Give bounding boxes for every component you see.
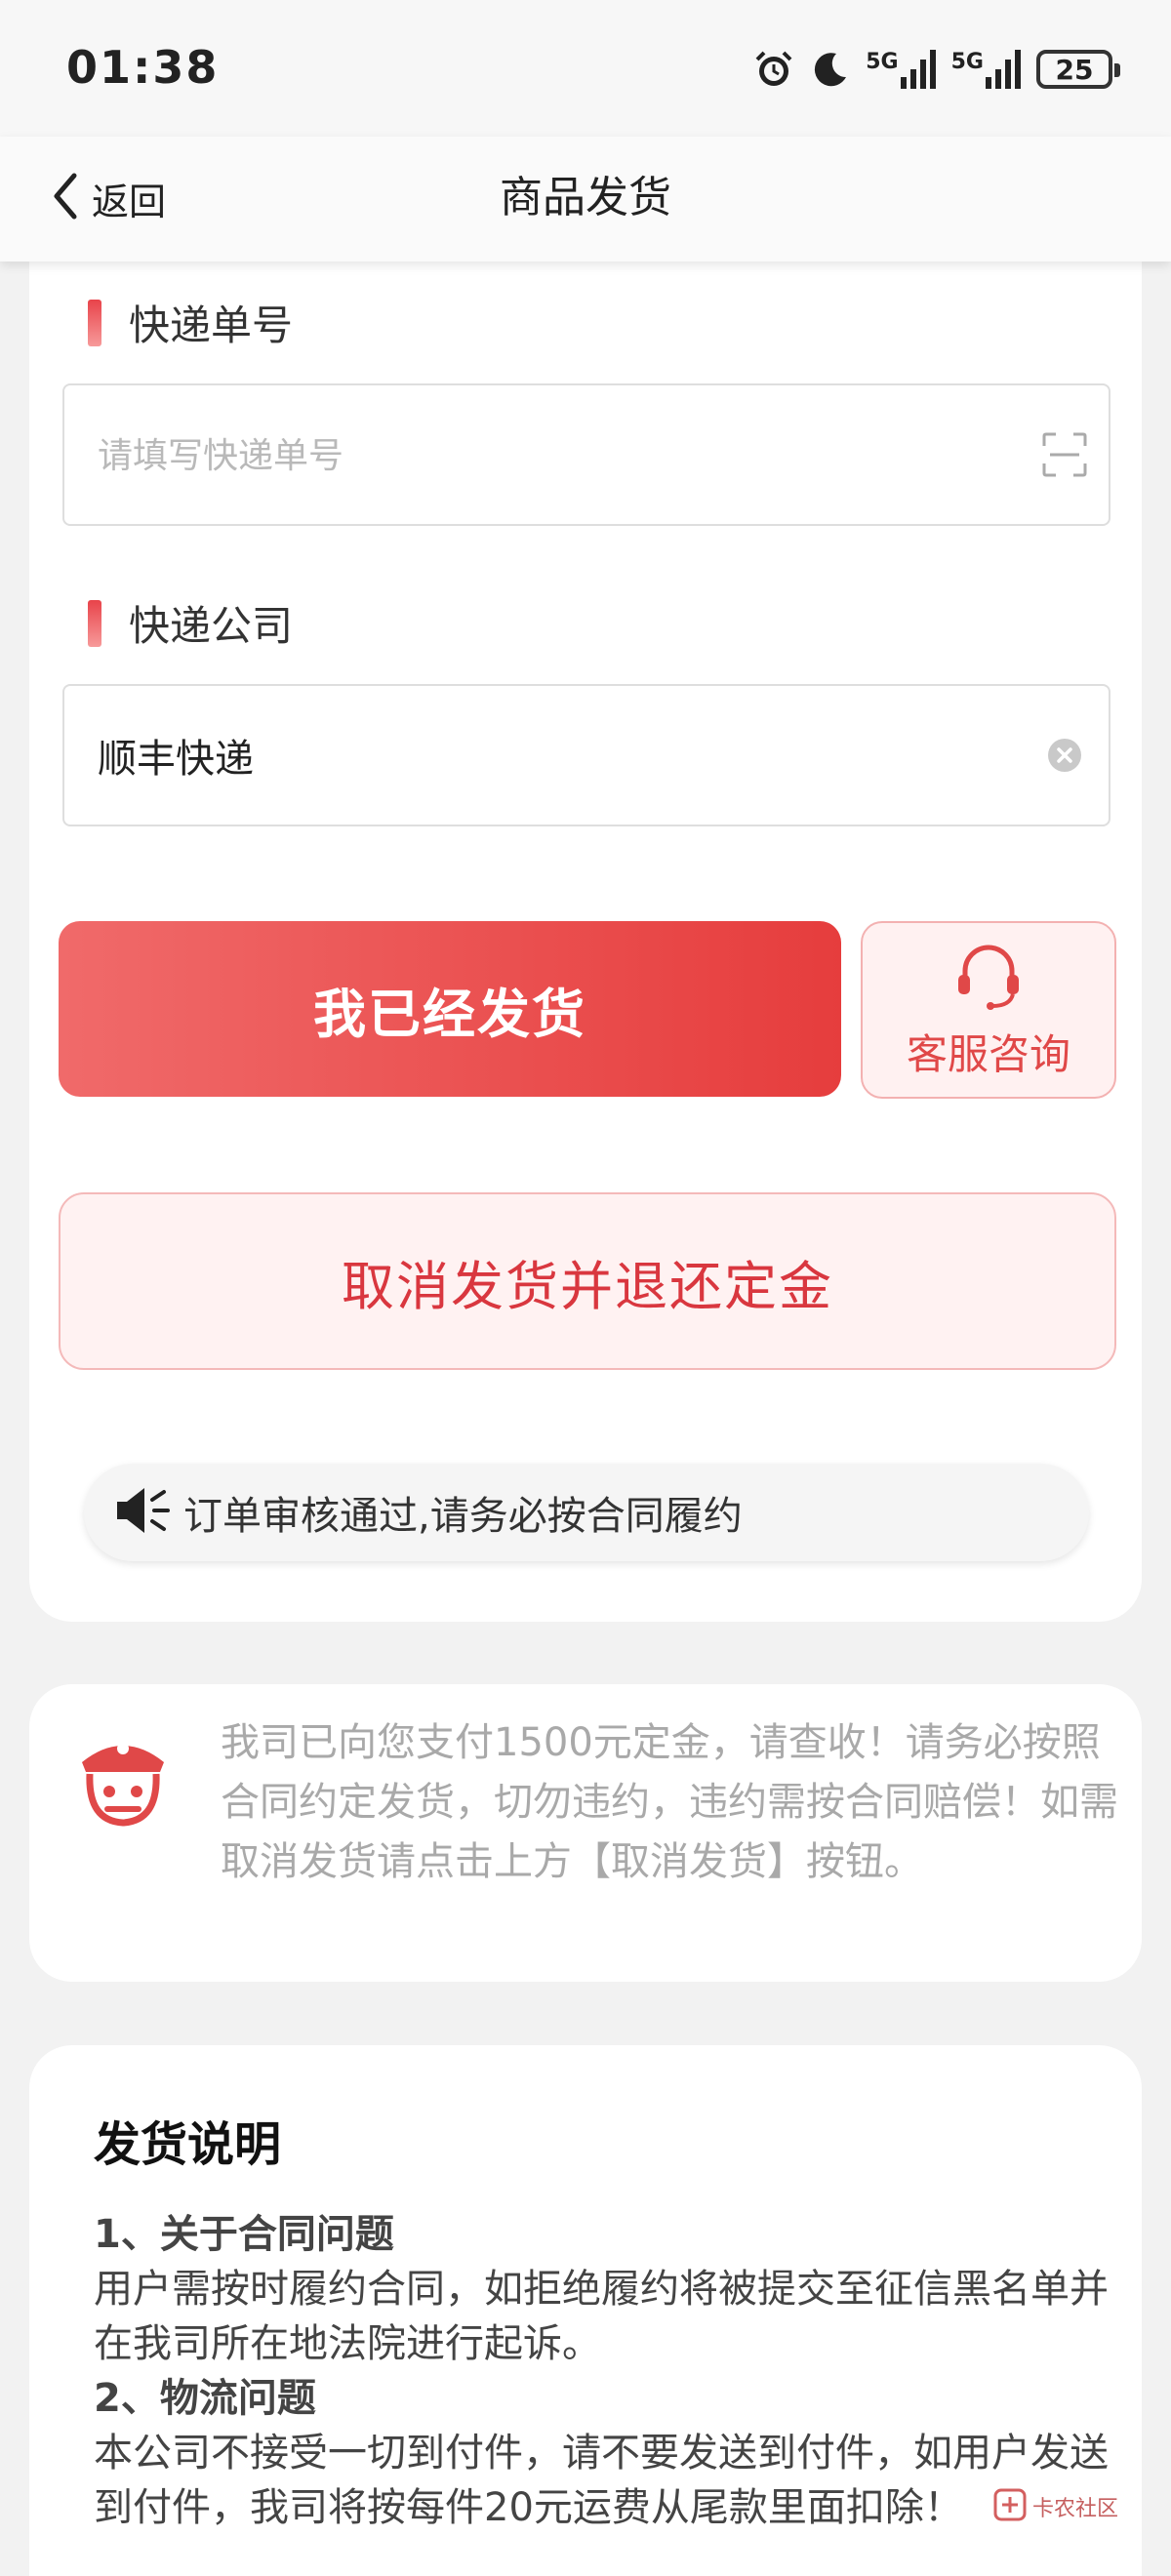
alarm-icon (752, 48, 795, 91)
scan-icon[interactable] (1040, 430, 1089, 479)
status-time: 01:38 (66, 41, 220, 94)
watermark-logo-icon (993, 2488, 1027, 2525)
confirm-shipped-button[interactable]: 我已经发货 (59, 921, 841, 1097)
customer-service-button[interactable]: 客服咨询 (861, 921, 1116, 1099)
signal-icon-2: 5G (951, 50, 1021, 89)
tracking-number-label: 快递单号 (88, 293, 293, 352)
cancel-shipment-button[interactable]: 取消发货并退还定金 (59, 1192, 1116, 1370)
nav-bar: 返回 商品发货 (0, 137, 1171, 262)
moon-icon (811, 48, 850, 91)
officer-avatar-icon (64, 1719, 182, 1836)
announcement-ticker: 订单审核通过,请务必按合同履约 (84, 1464, 1089, 1561)
courier-company-label: 快递公司 (88, 593, 293, 653)
battery-level: 25 (1055, 53, 1094, 86)
status-bar: 01:38 5G 5G 25 (0, 0, 1171, 137)
deposit-notice-card: 我司已向您支付1500元定金，请查收！请务必按照合同约定发货，切勿违约，违约需按… (29, 1684, 1142, 1982)
tracking-label-text: 快递单号 (129, 302, 294, 349)
clear-icon[interactable] (1040, 731, 1089, 780)
deposit-notice-text: 我司已向您支付1500元定金，请查收！请务必按照合同约定发货，切勿违约，违约需按… (221, 1720, 1118, 1884)
rule-heading: 1、关于合同问题 (94, 2212, 394, 2257)
shipping-rules-card: 发货说明 1、关于合同问题 用户需按时履约合同，如拒绝履约将被提交至征信黑名单并… (29, 2045, 1142, 2576)
shipping-form-card: 快递单号 快递公司 我已经发货 (29, 224, 1142, 1622)
ticker-text: 订单审核通过,请务必按合同履约 (183, 1494, 743, 1539)
watermark-text: 卡农社区 (1032, 2497, 1119, 2521)
battery-icon: 25 (1036, 50, 1120, 89)
cancel-shipment-label: 取消发货并退还定金 (342, 1255, 833, 1317)
rule-heading: 2、物流问题 (94, 2376, 316, 2421)
rule-text: 本公司不接受一切到付件，请不要发送到付件，如用户发送到付件，我司将按每件20元运… (94, 2431, 1109, 2530)
tracking-number-field (62, 383, 1110, 526)
page-title: 商品发货 (500, 173, 671, 222)
courier-label-text: 快递公司 (129, 602, 294, 650)
signal-label-2: 5G (950, 50, 984, 74)
customer-service-label: 客服咨询 (906, 1029, 1070, 1078)
rules-title: 发货说明 (94, 2117, 282, 2172)
section-marker (88, 299, 101, 346)
status-icons: 5G 5G 25 (752, 45, 1120, 94)
signal-icon: 5G (866, 50, 936, 89)
courier-company-field (62, 684, 1110, 826)
rules-list: 1、关于合同问题 用户需按时履约合同，如拒绝履约将被提交至征信黑名单并在我司所在… (94, 2207, 1109, 2535)
speaker-icon (113, 1482, 170, 1543)
tracking-number-input[interactable] (98, 385, 995, 524)
rule-text: 用户需按时履约合同，如拒绝履约将被提交至征信黑名单并在我司所在地法院进行起诉。 (94, 2267, 1109, 2366)
watermark: 卡农社区 (993, 2488, 1118, 2525)
courier-company-input[interactable] (98, 686, 995, 825)
section-marker (88, 599, 101, 647)
headset-icon (949, 940, 1028, 1016)
signal-label: 5G (866, 50, 899, 74)
